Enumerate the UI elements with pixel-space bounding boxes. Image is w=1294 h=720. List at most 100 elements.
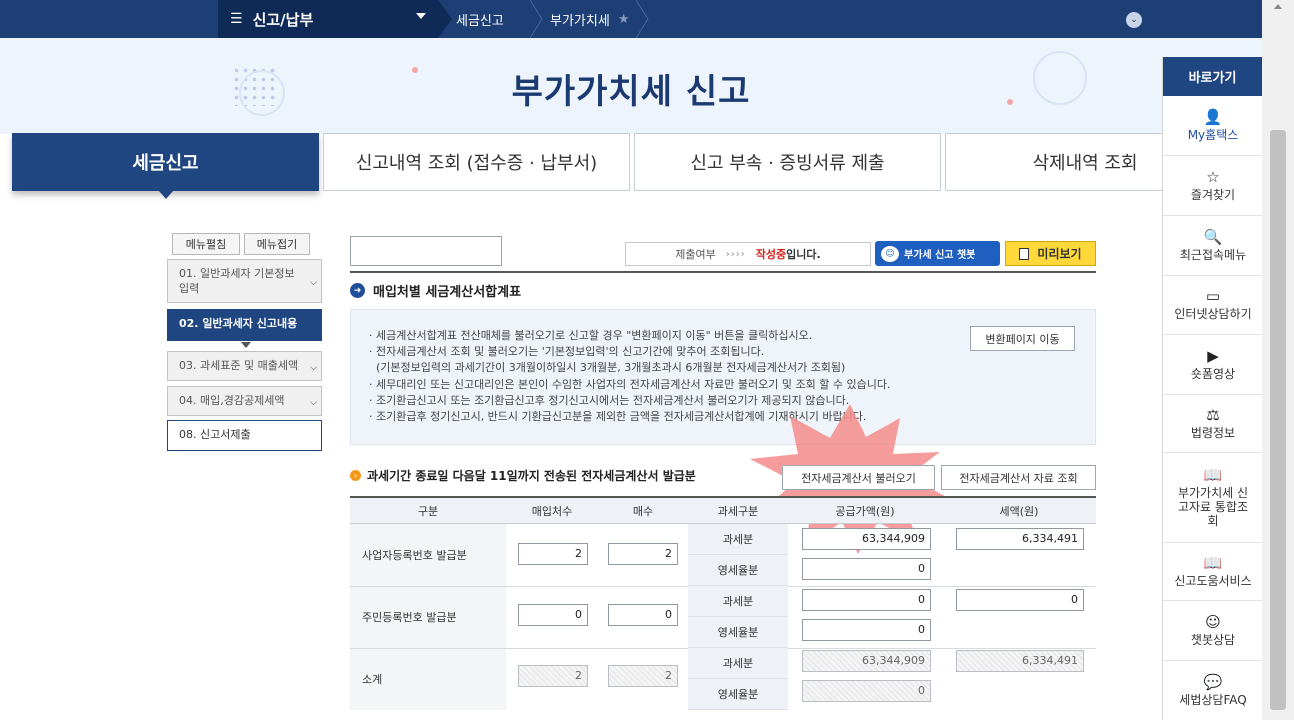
tab-deleted-history[interactable]: 삭제내역 조회 — [945, 133, 1175, 191]
preview-label: 미리보기 — [1037, 247, 1082, 261]
tax-type-label: 영세율분 — [688, 555, 788, 586]
quick-link-label: 즐겨찾기 — [1190, 187, 1236, 202]
step-filing-content[interactable]: 02. 일반과세자 신고내용 — [167, 309, 322, 341]
active-tab-pointer — [159, 191, 173, 199]
step-arrow-icon — [241, 342, 251, 348]
breadcrumb-vat[interactable]: 부가가치세 ★ — [550, 0, 629, 38]
quick-link-label: 법령정보 — [1190, 425, 1236, 440]
quick-link-filing-help[interactable]: 📖 신고도움서비스 — [1163, 543, 1263, 601]
col-header-tax-type: 과세구분 — [688, 498, 788, 524]
row-label: 사업자등록번호 발급분 — [362, 549, 467, 562]
quick-link-label: 부가가치세 신고자료 통합조회 — [1177, 485, 1249, 528]
row-label: 주민등록번호 발급분 — [362, 611, 457, 624]
preview-button[interactable]: 미리보기 — [1005, 241, 1096, 266]
quick-link-label: My홈택스 — [1187, 127, 1239, 142]
tax-type-label: 과세분 — [688, 586, 788, 617]
supply-amount-readonly: 63,344,909 — [802, 650, 931, 672]
quick-link-faq[interactable]: 💬 세법상담FAQ — [1163, 661, 1263, 720]
step-tax-base[interactable]: 03. 과세표준 및 매출세액 ⌵ — [167, 351, 322, 381]
row-label: 소계 — [362, 673, 383, 686]
tab-tax-filing[interactable]: 세금신고 — [12, 133, 319, 191]
collapse-menu-button[interactable]: 메뉴접기 — [244, 233, 310, 255]
arrow-circle-icon: ➜ — [350, 283, 365, 298]
chevron-down-icon: ⌵ — [310, 363, 317, 373]
tax-amount-input[interactable]: 0 — [956, 589, 1084, 611]
chatbot-label: 부가세 신고 챗봇 — [904, 250, 976, 261]
faq-icon: 💬 — [1203, 672, 1223, 691]
scroll-thumb[interactable] — [1270, 130, 1286, 710]
quick-links-panel: 바로가기 👤 My홈택스 ☆ 즐겨찾기 🔍 최근접속메뉴 ▭ 인터넷상담하기 ▶… — [1162, 57, 1263, 720]
status-arrows: ›››› — [725, 248, 746, 260]
page-title: 부가가치세 신고 — [511, 72, 751, 112]
col-header-supply-amount: 공급가액(원) — [788, 498, 942, 524]
convert-page-button[interactable]: 변환페이지 이동 — [970, 326, 1075, 351]
col-header-suppliers: 매입처수 — [506, 498, 598, 524]
blank-input-field[interactable] — [350, 236, 502, 266]
notice-line: (기본정보입력의 과세기간이 3개월이하일시 3개월분, 3개월초과시 6개월분… — [369, 361, 846, 375]
monitor-icon: ▭ — [1205, 287, 1221, 305]
step-label: 01. 일반과세자 기본정보입력 — [179, 267, 295, 295]
gavel-icon: ⚖ — [1206, 405, 1220, 424]
col-header-tax-amount: 세액(원) — [942, 498, 1096, 524]
scroll-up-icon[interactable] — [1274, 4, 1282, 9]
status-prefix: 제출여부 — [675, 248, 716, 261]
hamburger-icon: ☰ — [230, 11, 243, 27]
quick-link-label: 인터넷상담하기 — [1174, 307, 1252, 321]
supply-amount-input[interactable]: 63,344,909 — [802, 528, 931, 550]
star-icon: ☆ — [1206, 167, 1220, 186]
step-basic-info[interactable]: 01. 일반과세자 기본정보입력 ⌵ — [167, 259, 322, 303]
supply-amount-input[interactable]: 0 — [802, 558, 931, 580]
chevron-down-icon[interactable]: ⌄ — [1126, 12, 1142, 28]
chevron-down-icon: ⌵ — [310, 278, 317, 288]
step-deduction[interactable]: 04. 매입,경감공제세액 ⌵ — [167, 386, 322, 416]
chatbot-icon: ☺ — [1205, 612, 1221, 631]
quick-link-label: 세법상담FAQ — [1179, 692, 1247, 707]
quick-link-online-consult[interactable]: ▭ 인터넷상담하기 — [1163, 276, 1263, 335]
breadcrumb-separator-icon — [438, 0, 452, 38]
main-menu-button[interactable]: ☰ 신고/납부 — [218, 0, 438, 38]
step-label: 04. 매입,경감공제세액 — [179, 394, 285, 407]
quick-link-label: 최근접속메뉴 — [1179, 247, 1247, 262]
supply-amount-input[interactable]: 0 — [802, 589, 931, 611]
menu-label: 신고/납부 — [252, 10, 314, 29]
tab-attachments[interactable]: 신고 부속 · 증빙서류 제출 — [634, 133, 941, 191]
quick-link-my-hometax[interactable]: 👤 My홈택스 — [1163, 96, 1263, 156]
section-title-text: 매입처별 세금계산서합계표 — [373, 285, 522, 300]
suppliers-readonly: 2 — [518, 665, 588, 687]
notice-line: · 세무대리인 또는 신고대리인은 본인이 수임한 사업자의 전자세금계산서 자… — [369, 377, 891, 391]
status-writing: 작성중 — [755, 248, 787, 261]
load-e-invoice-button[interactable]: 전자세금계산서 불러오기 — [782, 465, 935, 490]
quick-link-short-video[interactable]: ▶ 숏폼영상 — [1163, 335, 1263, 395]
quick-link-favorites[interactable]: ☆ 즐겨찾기 — [1163, 156, 1263, 216]
quick-link-recent[interactable]: 🔍 최근접속메뉴 — [1163, 216, 1263, 276]
status-suffix: 입니다. — [786, 248, 821, 261]
tax-type-label: 영세율분 — [688, 617, 788, 648]
breadcrumb-vat-label: 부가가치세 — [550, 13, 610, 29]
step-submission[interactable]: 08. 신고서제출 — [167, 420, 322, 451]
count-readonly: 2 — [608, 665, 678, 687]
tab-filing-history[interactable]: 신고내역 조회 (접수증 · 납부서) — [323, 133, 630, 191]
page-scrollbar[interactable] — [1262, 0, 1294, 720]
supply-amount-input[interactable]: 0 — [802, 619, 931, 641]
suppliers-input[interactable]: 2 — [518, 543, 588, 565]
favorite-star-icon[interactable]: ★ — [618, 12, 630, 27]
step-label: 08. 신고서제출 — [179, 428, 251, 441]
expand-menu-button[interactable]: 메뉴펼침 — [172, 233, 240, 255]
vat-chatbot-button[interactable]: ☺ 부가세 신고 챗봇 — [875, 241, 1000, 266]
step-label: 02. 일반과세자 신고내용 — [179, 317, 298, 330]
count-input[interactable]: 0 — [608, 604, 678, 626]
section-title: ➜ 매입처별 세금계산서합계표 — [350, 281, 521, 300]
suppliers-input[interactable]: 0 — [518, 604, 588, 626]
count-input[interactable]: 2 — [608, 543, 678, 565]
sub-section-title: › 과세기간 종료일 다음달 11일까지 전송된 전자세금계산서 발급분 — [350, 467, 696, 484]
arrow-circle-icon: › — [350, 470, 361, 481]
quick-link-vat-data[interactable]: 📖 부가가치세 신고자료 통합조회 — [1163, 453, 1263, 543]
tax-amount-input[interactable]: 6,334,491 — [956, 528, 1084, 550]
lookup-e-invoice-button[interactable]: 전자세금계산서 자료 조회 — [941, 465, 1096, 490]
quick-link-chatbot[interactable]: ☺ 챗봇상담 — [1163, 601, 1263, 661]
chatbot-icon: ☺ — [881, 245, 899, 262]
quick-link-law-info[interactable]: ⚖ 법령정보 — [1163, 395, 1263, 453]
breadcrumb-tax-filing[interactable]: 세금신고 — [456, 0, 504, 38]
user-icon: 👤 — [1203, 107, 1223, 126]
recent-icon: 🔍 — [1203, 227, 1223, 246]
